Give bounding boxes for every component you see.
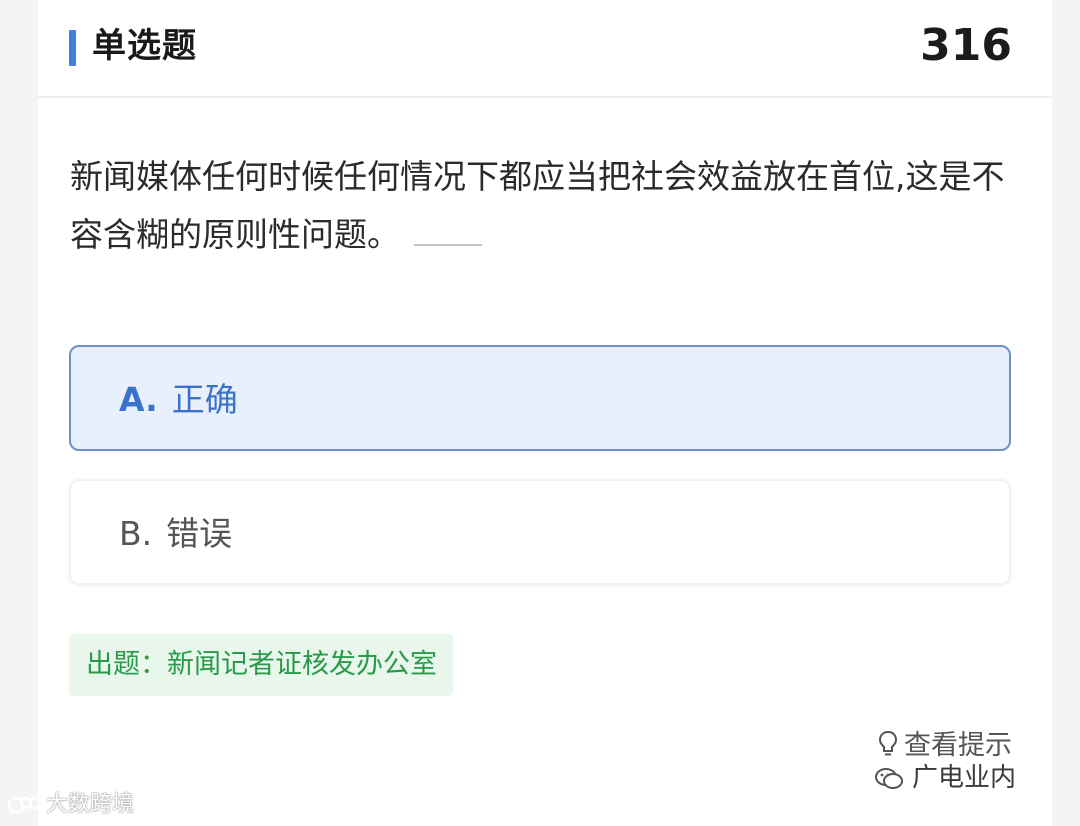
watermark-logo-icon	[7, 796, 42, 814]
question-text-block: 新闻媒体任何时候任何情况下都应当把社会效益放在首位,这是不容含糊的原则性问题。	[70, 148, 1020, 264]
option-b-letter: B.	[119, 514, 153, 553]
header-accent-bar	[69, 30, 76, 66]
view-hint-label: 查看提示	[904, 730, 1012, 761]
wechat-icon	[874, 768, 903, 789]
question-card: 单选题 316 新闻媒体任何时候任何情况下都应当把社会效益放在首位,这是不容含糊…	[38, 0, 1052, 826]
watermark-left: 大数跨境	[7, 790, 135, 820]
source-badge: 出题：新闻记者证核发办公室	[69, 634, 453, 696]
answer-blank	[414, 218, 482, 246]
question-number: 316	[920, 20, 1012, 71]
watermark-left-text: 大数跨境	[46, 792, 135, 817]
watermark-right-text: 广电业内	[911, 763, 1016, 793]
lightbulb-icon	[878, 730, 898, 756]
question-type-title: 单选题	[92, 26, 197, 66]
option-b-label: 错误	[166, 514, 233, 553]
option-a-label: 正确	[171, 380, 238, 419]
option-b[interactable]: B. 错误	[69, 479, 1011, 585]
watermark-right: 广电业内	[874, 760, 1016, 796]
question-text: 新闻媒体任何时候任何情况下都应当把社会效益放在首位,这是不容含糊的原则性问题。	[70, 157, 1005, 254]
question-header: 单选题 316	[38, 0, 1052, 98]
option-a-letter: A.	[119, 380, 158, 419]
option-a[interactable]: A. 正确	[69, 345, 1011, 451]
